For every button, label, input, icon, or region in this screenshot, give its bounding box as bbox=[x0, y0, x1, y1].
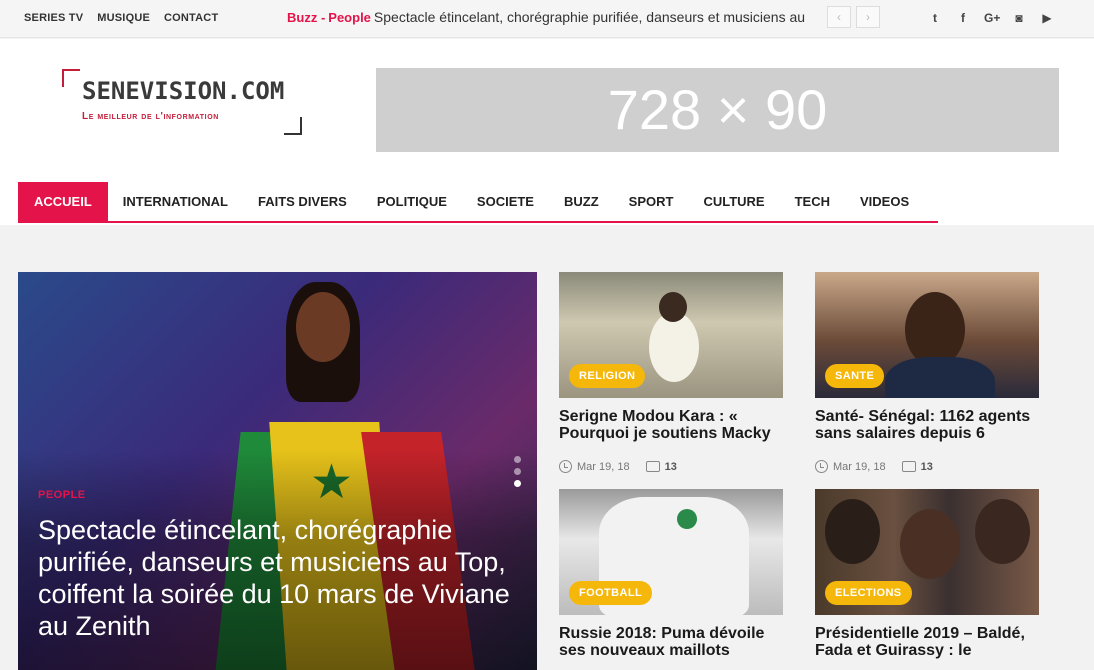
nav-culture[interactable]: CULTURE bbox=[688, 182, 779, 221]
article-thumbnail[interactable]: FOOTBALL bbox=[559, 489, 783, 615]
ticker-prev-button[interactable]: ‹ bbox=[827, 6, 851, 28]
main-nav: ACCUEIL INTERNATIONAL FAITS DIVERS POLIT… bbox=[18, 182, 938, 223]
top-bar: SERIES TV MUSIQUE CONTACT Buzz - People Sp… bbox=[0, 0, 1094, 38]
featured-slider[interactable]: ★ PEOPLE Spectacle étincelant, chorégrap… bbox=[18, 272, 537, 670]
slider-dots bbox=[514, 456, 521, 492]
article-title[interactable]: Santé- Sénégal: 1162 agents sans salaire… bbox=[815, 408, 1039, 444]
featured-image-shape bbox=[296, 292, 350, 362]
article-thumbnail[interactable]: SANTE bbox=[815, 272, 1039, 398]
comment-count[interactable]: 13 bbox=[921, 461, 933, 473]
featured-category[interactable]: PEOPLE bbox=[38, 489, 86, 501]
logo-bracket-bottom bbox=[284, 117, 302, 135]
article-card[interactable]: FOOTBALL Russie 2018: Puma dévoile ses n… bbox=[559, 489, 783, 661]
article-meta: Mar 19, 18 13 bbox=[559, 460, 783, 473]
site-header: SENEVISION.COM Le meilleur de l'informat… bbox=[0, 39, 1094, 225]
article-title[interactable]: Présidentielle 2019 – Baldé, Fada et Gui… bbox=[815, 625, 1039, 661]
logo-name: SENEVISION.COM bbox=[82, 77, 285, 105]
nav-politique[interactable]: POLITIQUE bbox=[362, 182, 462, 221]
comment-icon bbox=[901, 461, 916, 472]
top-link-musique[interactable]: MUSIQUE bbox=[97, 12, 150, 24]
article-card[interactable]: ELECTIONS Présidentielle 2019 – Baldé, F… bbox=[815, 489, 1039, 661]
slider-dot-active[interactable] bbox=[514, 480, 521, 487]
ticker-next-button[interactable]: › bbox=[856, 6, 880, 28]
nav-faits-divers[interactable]: FAITS DIVERS bbox=[243, 182, 362, 221]
category-badge[interactable]: ELECTIONS bbox=[825, 581, 912, 605]
twitter-icon[interactable]: t bbox=[928, 11, 942, 25]
nav-sport[interactable]: SPORT bbox=[614, 182, 689, 221]
ad-banner[interactable]: 728 × 90 bbox=[376, 68, 1059, 152]
google-plus-icon[interactable]: G+ bbox=[984, 11, 1000, 25]
thumbnail-shape bbox=[649, 312, 699, 382]
article-title[interactable]: Russie 2018: Puma dévoile ses nouveaux m… bbox=[559, 625, 783, 661]
article-card[interactable]: RELIGION Serigne Modou Kara : « Pourquoi… bbox=[559, 272, 783, 473]
article-thumbnail[interactable]: RELIGION bbox=[559, 272, 783, 398]
facebook-icon[interactable]: f bbox=[956, 11, 970, 25]
nav-accueil[interactable]: ACCUEIL bbox=[18, 182, 108, 221]
ticker-category: Buzz - bbox=[287, 10, 326, 25]
nav-buzz[interactable]: BUZZ bbox=[549, 182, 614, 221]
ticker-headline[interactable]: Spectacle étincelant, chorégraphie purif… bbox=[374, 9, 805, 25]
article-title[interactable]: Serigne Modou Kara : « Pourquoi je souti… bbox=[559, 408, 783, 444]
thumbnail-shape bbox=[885, 357, 995, 398]
clock-icon bbox=[815, 460, 828, 473]
nav-societe[interactable]: SOCIETE bbox=[462, 182, 549, 221]
clock-icon bbox=[559, 460, 572, 473]
logo-tagline: Le meilleur de l'information bbox=[82, 111, 219, 122]
thumbnail-shape bbox=[975, 499, 1030, 564]
article-date: Mar 19, 18 bbox=[833, 460, 886, 473]
nav-tech[interactable]: TECH bbox=[780, 182, 845, 221]
logo-bracket-top bbox=[62, 69, 80, 87]
nav-international[interactable]: INTERNATIONAL bbox=[108, 182, 243, 221]
article-date: Mar 19, 18 bbox=[577, 460, 630, 473]
thumbnail-shape bbox=[659, 292, 687, 322]
thumbnail-shape bbox=[905, 292, 965, 367]
featured-title[interactable]: Spectacle étincelant, chorégraphie purif… bbox=[38, 514, 528, 642]
instagram-icon[interactable]: ◙ bbox=[1012, 11, 1026, 25]
slider-dot[interactable] bbox=[514, 456, 521, 463]
category-badge[interactable]: FOOTBALL bbox=[569, 581, 653, 605]
top-links: SERIES TV MUSIQUE CONTACT bbox=[24, 12, 218, 24]
article-card[interactable]: SANTE Santé- Sénégal: 1162 agents sans s… bbox=[815, 272, 1039, 473]
ticker-subcategory: People bbox=[328, 10, 371, 25]
article-thumbnail[interactable]: ELECTIONS bbox=[815, 489, 1039, 615]
comment-count[interactable]: 13 bbox=[665, 461, 677, 473]
category-badge[interactable]: RELIGION bbox=[569, 364, 646, 388]
top-link-contact[interactable]: CONTACT bbox=[164, 12, 218, 24]
category-badge[interactable]: SANTE bbox=[825, 364, 885, 388]
thumbnail-shape bbox=[900, 509, 960, 579]
news-ticker[interactable]: Buzz - People Spectacle étincelant, chorég… bbox=[287, 9, 817, 29]
youtube-icon[interactable]: ▶ bbox=[1040, 11, 1054, 25]
comment-icon bbox=[645, 461, 660, 472]
thumbnail-shape bbox=[825, 499, 880, 564]
site-logo[interactable]: SENEVISION.COM Le meilleur de l'informat… bbox=[62, 69, 302, 135]
slider-dot[interactable] bbox=[514, 468, 521, 475]
social-links: t f G+ ◙ ▶ bbox=[928, 11, 1054, 25]
nav-videos[interactable]: VIDEOS bbox=[845, 182, 924, 221]
thumbnail-shape bbox=[677, 509, 697, 529]
top-link-series-tv[interactable]: SERIES TV bbox=[24, 12, 83, 24]
article-meta: Mar 19, 18 13 bbox=[815, 460, 1039, 473]
